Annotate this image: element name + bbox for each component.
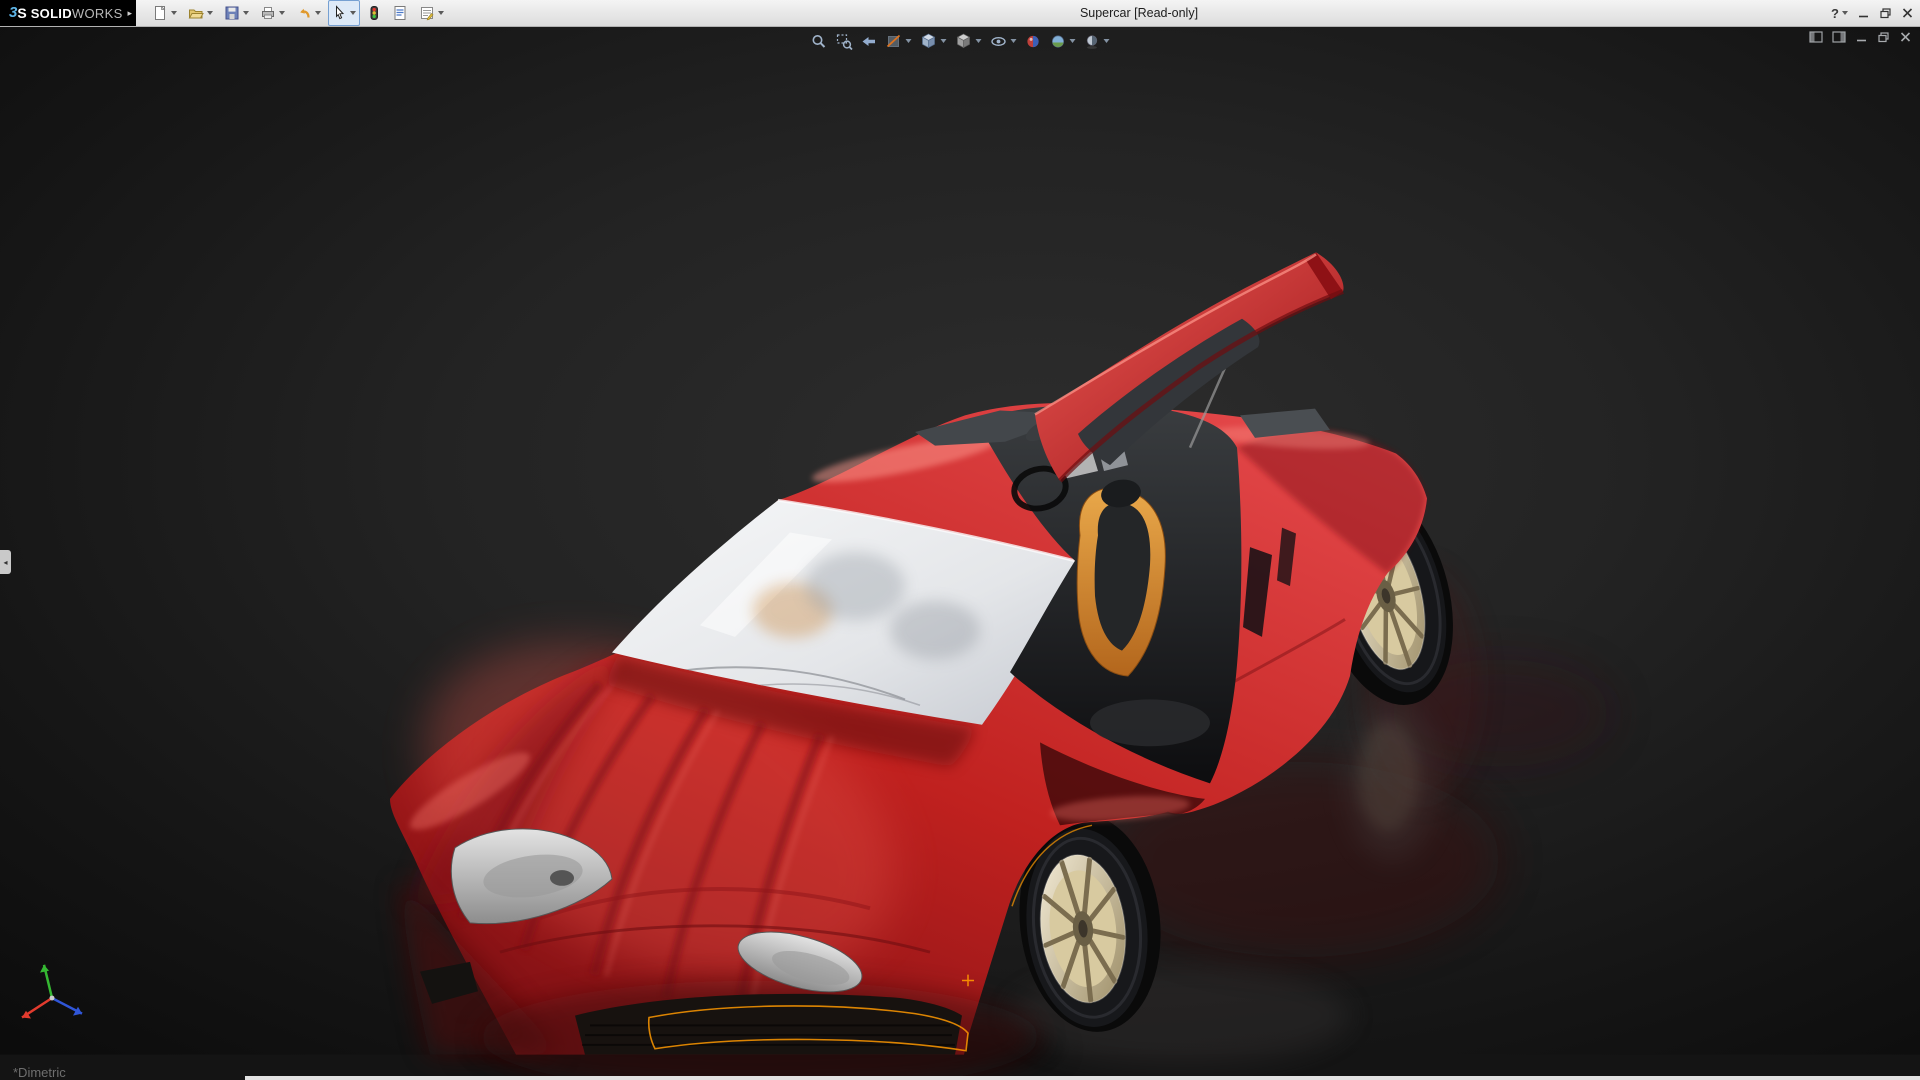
- options-sheet-icon: [419, 5, 435, 21]
- doc-restore-button[interactable]: [1877, 31, 1890, 43]
- hide-show-items-icon: [990, 34, 1008, 49]
- new-document-button[interactable]: [148, 0, 181, 26]
- open-icon: [188, 5, 204, 21]
- section-view-button[interactable]: [886, 33, 912, 50]
- apply-scene-icon: [1050, 33, 1067, 50]
- help-dropdown[interactable]: [1842, 11, 1848, 15]
- headsup-toolbar: [811, 32, 1110, 50]
- open-button[interactable]: [184, 0, 217, 26]
- zoom-to-area-button[interactable]: [836, 33, 853, 50]
- new-dropdown[interactable]: [171, 11, 177, 15]
- 3d-scene[interactable]: [0, 26, 1920, 1080]
- titlebar: 3 S SOLID WORKS ▸: [0, 0, 1920, 27]
- brand-works: WORKS: [72, 6, 123, 21]
- restore-icon: [1877, 31, 1890, 43]
- view-orientation-cube-icon: [920, 32, 938, 50]
- rebuild-traffic-light-icon: [367, 5, 381, 21]
- logo-s-mark: S: [17, 5, 26, 21]
- minimize-button[interactable]: [1857, 7, 1870, 19]
- restore-button[interactable]: [1879, 7, 1892, 19]
- display-style-icon: [955, 32, 973, 50]
- file-properties-button[interactable]: [388, 0, 412, 26]
- edit-appearance-icon: [1025, 33, 1042, 50]
- edit-appearance-button[interactable]: [1025, 33, 1042, 50]
- section-view-dropdown[interactable]: [906, 39, 912, 43]
- view-settings-icon: [1084, 33, 1101, 50]
- titlebar-controls: ?: [1831, 0, 1914, 26]
- minimize-icon: [1855, 31, 1868, 43]
- rebuild-button[interactable]: [363, 0, 385, 26]
- select-button[interactable]: [328, 0, 360, 26]
- minimize-icon: [1857, 7, 1870, 19]
- open-dropdown[interactable]: [207, 11, 213, 15]
- display-style-button[interactable]: [955, 32, 982, 50]
- featuremanager-splitter[interactable]: ◂: [0, 550, 11, 574]
- brand-solid: SOLID: [31, 6, 72, 21]
- undo-icon: [296, 5, 312, 21]
- featuremanager-pane-icon: [1809, 31, 1823, 43]
- section-view-icon: [886, 33, 903, 50]
- hide-show-dropdown[interactable]: [1011, 39, 1017, 43]
- graphics-area[interactable]: *Dimetric ◂: [0, 26, 1920, 1080]
- apply-scene-dropdown[interactable]: [1070, 39, 1076, 43]
- save-icon: [224, 5, 240, 21]
- view-settings-dropdown[interactable]: [1104, 39, 1110, 43]
- select-cursor-icon: [332, 5, 347, 21]
- previous-view-icon: [861, 33, 878, 50]
- print-icon: [260, 5, 276, 21]
- help-button[interactable]: ?: [1831, 6, 1848, 21]
- close-button[interactable]: [1901, 7, 1914, 19]
- restore-icon: [1879, 7, 1892, 19]
- display-pane-icon: [1832, 31, 1846, 43]
- print-button[interactable]: [256, 0, 289, 26]
- apply-scene-button[interactable]: [1050, 33, 1076, 50]
- hide-show-items-button[interactable]: [990, 34, 1017, 49]
- undo-button[interactable]: [292, 0, 325, 26]
- document-window-controls: [1809, 31, 1912, 43]
- view-settings-button[interactable]: [1084, 33, 1110, 50]
- options-dropdown[interactable]: [438, 11, 444, 15]
- statusbar-edge: [245, 1076, 1920, 1080]
- new-document-icon: [152, 5, 168, 21]
- doc-minimize-button[interactable]: [1855, 31, 1868, 43]
- view-orientation-label: *Dimetric: [13, 1065, 66, 1080]
- options-button[interactable]: [415, 0, 448, 26]
- solidworks-logo: 3 S SOLID WORKS ▸: [0, 0, 136, 26]
- save-dropdown[interactable]: [243, 11, 249, 15]
- featuremanager-pane-button[interactable]: [1809, 31, 1823, 43]
- view-orientation-dropdown[interactable]: [941, 39, 947, 43]
- logo-3-mark: 3: [9, 0, 17, 26]
- doc-close-button[interactable]: [1899, 31, 1912, 43]
- menu-expand-arrow[interactable]: ▸: [128, 8, 133, 19]
- previous-view-button[interactable]: [861, 33, 878, 50]
- zoom-to-area-icon: [836, 33, 853, 50]
- zoom-to-fit-button[interactable]: [811, 33, 828, 50]
- display-style-dropdown[interactable]: [976, 39, 982, 43]
- zoom-to-fit-icon: [811, 33, 828, 50]
- file-properties-icon: [392, 5, 408, 21]
- select-dropdown[interactable]: [350, 11, 356, 15]
- undo-dropdown[interactable]: [315, 11, 321, 15]
- document-title: Supercar [Read-only]: [1080, 6, 1198, 20]
- save-button[interactable]: [220, 0, 253, 26]
- main-toolbar: [148, 0, 448, 26]
- close-icon: [1899, 31, 1912, 43]
- display-pane-button[interactable]: [1832, 31, 1846, 43]
- close-icon: [1901, 7, 1914, 19]
- view-orientation-button[interactable]: [920, 32, 947, 50]
- print-dropdown[interactable]: [279, 11, 285, 15]
